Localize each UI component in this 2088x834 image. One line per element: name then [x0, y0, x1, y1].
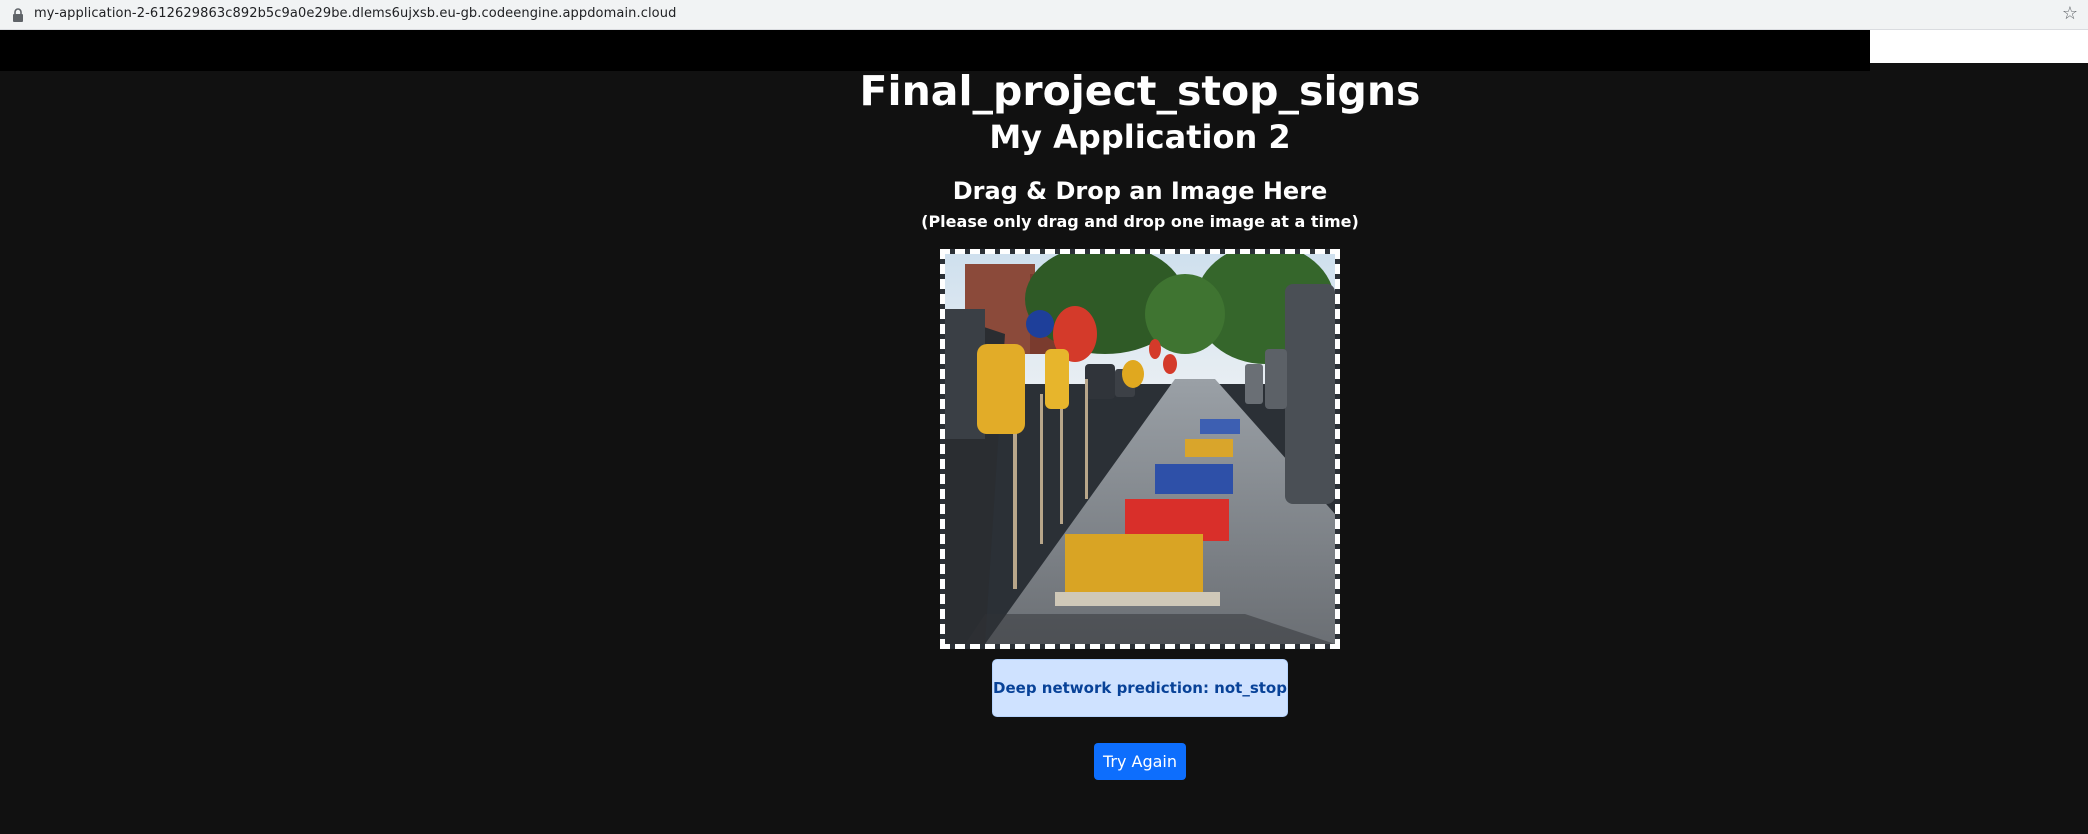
- star-icon[interactable]: ☆: [2062, 4, 2078, 24]
- prediction-alert: Deep network prediction: not_stop: [992, 659, 1288, 717]
- image-drop-zone[interactable]: [940, 249, 1340, 649]
- lock-icon: [13, 8, 23, 22]
- browser-address-bar[interactable]: my-application-2-612629863c892b5c9a0e29b…: [0, 0, 2088, 30]
- page-title: Final_project_stop_signs: [859, 67, 1421, 115]
- try-again-button[interactable]: Try Again: [1094, 743, 1186, 780]
- drop-note: (Please only drag and drop one image at …: [921, 212, 1359, 231]
- banner-white-panel: [1870, 30, 2088, 63]
- drop-heading: Drag & Drop an Image Here: [952, 177, 1328, 205]
- url-text[interactable]: my-application-2-612629863c892b5c9a0e29b…: [34, 6, 676, 21]
- uploaded-image: [945, 254, 1335, 644]
- app-subtitle: My Application 2: [989, 118, 1291, 156]
